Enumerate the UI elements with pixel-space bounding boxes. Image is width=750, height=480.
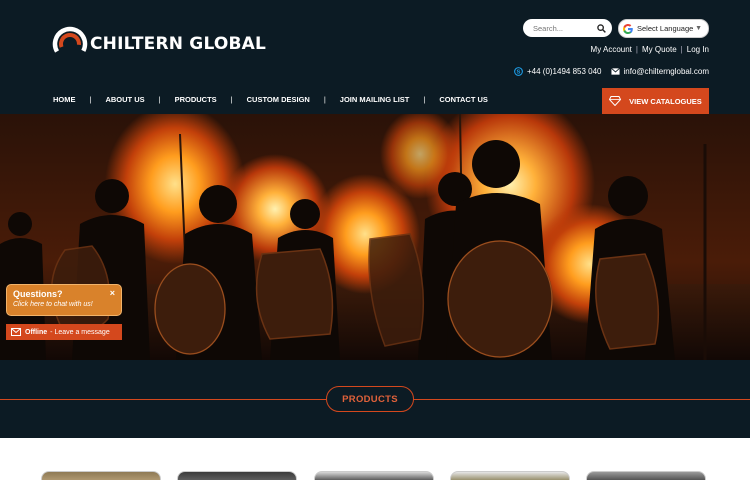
login-link[interactable]: Log In — [687, 45, 709, 54]
product-thumbnail[interactable] — [586, 471, 706, 480]
language-label: Select Language — [637, 24, 694, 33]
site-header: CHILTERN GLOBAL Select Language ▼ My A — [0, 0, 750, 114]
chevron-down-icon: ▼ — [695, 25, 702, 32]
nav-custom-design[interactable]: CUSTOM DESIGN — [247, 95, 310, 104]
nav-contact-us[interactable]: CONTACT US — [439, 95, 488, 104]
nav-separator: | — [230, 95, 233, 104]
chat-offline-message: - Leave a message — [50, 328, 110, 336]
chat-prompt[interactable]: Questions? Click here to chat with us! × — [6, 284, 122, 316]
product-grid — [0, 438, 750, 480]
email-address[interactable]: info@chilternglobal.com — [624, 67, 710, 76]
email-icon — [610, 67, 620, 76]
skype-icon: S — [514, 67, 523, 76]
view-catalogues-button[interactable]: VIEW CATALOGUES — [602, 88, 709, 114]
search-input[interactable] — [533, 23, 593, 33]
google-icon — [623, 23, 633, 34]
contact-info: S +44 (0)1494 853 040 info@chilterngloba… — [514, 67, 709, 76]
nav-separator: | — [158, 95, 161, 104]
phone-number[interactable]: +44 (0)1494 853 040 — [527, 67, 602, 76]
main-nav: HOME | ABOUT US | PRODUCTS | CUSTOM DESI… — [53, 95, 488, 104]
product-thumbnail[interactable] — [450, 471, 570, 480]
products-section: PRODUCTS — [0, 360, 750, 438]
my-account-link[interactable]: My Account — [591, 45, 632, 54]
logo-mark-icon — [52, 26, 88, 62]
nav-separator: | — [89, 95, 92, 104]
nav-separator: | — [423, 95, 426, 104]
diamond-icon — [609, 96, 622, 106]
divider: | — [635, 45, 638, 54]
svg-text:S: S — [517, 70, 521, 76]
nav-products[interactable]: PRODUCTS — [175, 95, 217, 104]
products-heading-button[interactable]: PRODUCTS — [326, 386, 414, 412]
nav-about-us[interactable]: ABOUT US — [105, 95, 144, 104]
my-quote-link[interactable]: My Quote — [642, 45, 677, 54]
search-box — [523, 19, 612, 37]
chat-offline-status: Offline — [25, 328, 48, 336]
product-thumbnail[interactable] — [177, 471, 297, 480]
divider: | — [680, 45, 683, 54]
view-catalogues-label: VIEW CATALOGUES — [629, 96, 702, 106]
chat-title: Questions? — [13, 289, 63, 299]
mail-icon — [11, 328, 21, 336]
nav-separator: | — [323, 95, 326, 104]
search-icon[interactable] — [597, 23, 606, 33]
account-links: My Account | My Quote | Log In — [591, 45, 709, 54]
close-icon[interactable]: × — [110, 288, 115, 298]
language-select[interactable]: Select Language ▼ — [618, 19, 709, 38]
logo[interactable]: CHILTERN GLOBAL — [52, 24, 266, 64]
page: CHILTERN GLOBAL Select Language ▼ My A — [0, 0, 750, 480]
product-thumbnail[interactable] — [41, 471, 161, 480]
product-thumbnail[interactable] — [314, 471, 434, 480]
nav-home[interactable]: HOME — [53, 95, 76, 104]
chat-subtitle: Click here to chat with us! — [13, 301, 93, 308]
chat-offline-bar[interactable]: Offline - Leave a message — [6, 324, 122, 340]
brand-name: CHILTERN GLOBAL — [90, 34, 267, 54]
nav-join-mailing-list[interactable]: JOIN MAILING LIST — [340, 95, 410, 104]
